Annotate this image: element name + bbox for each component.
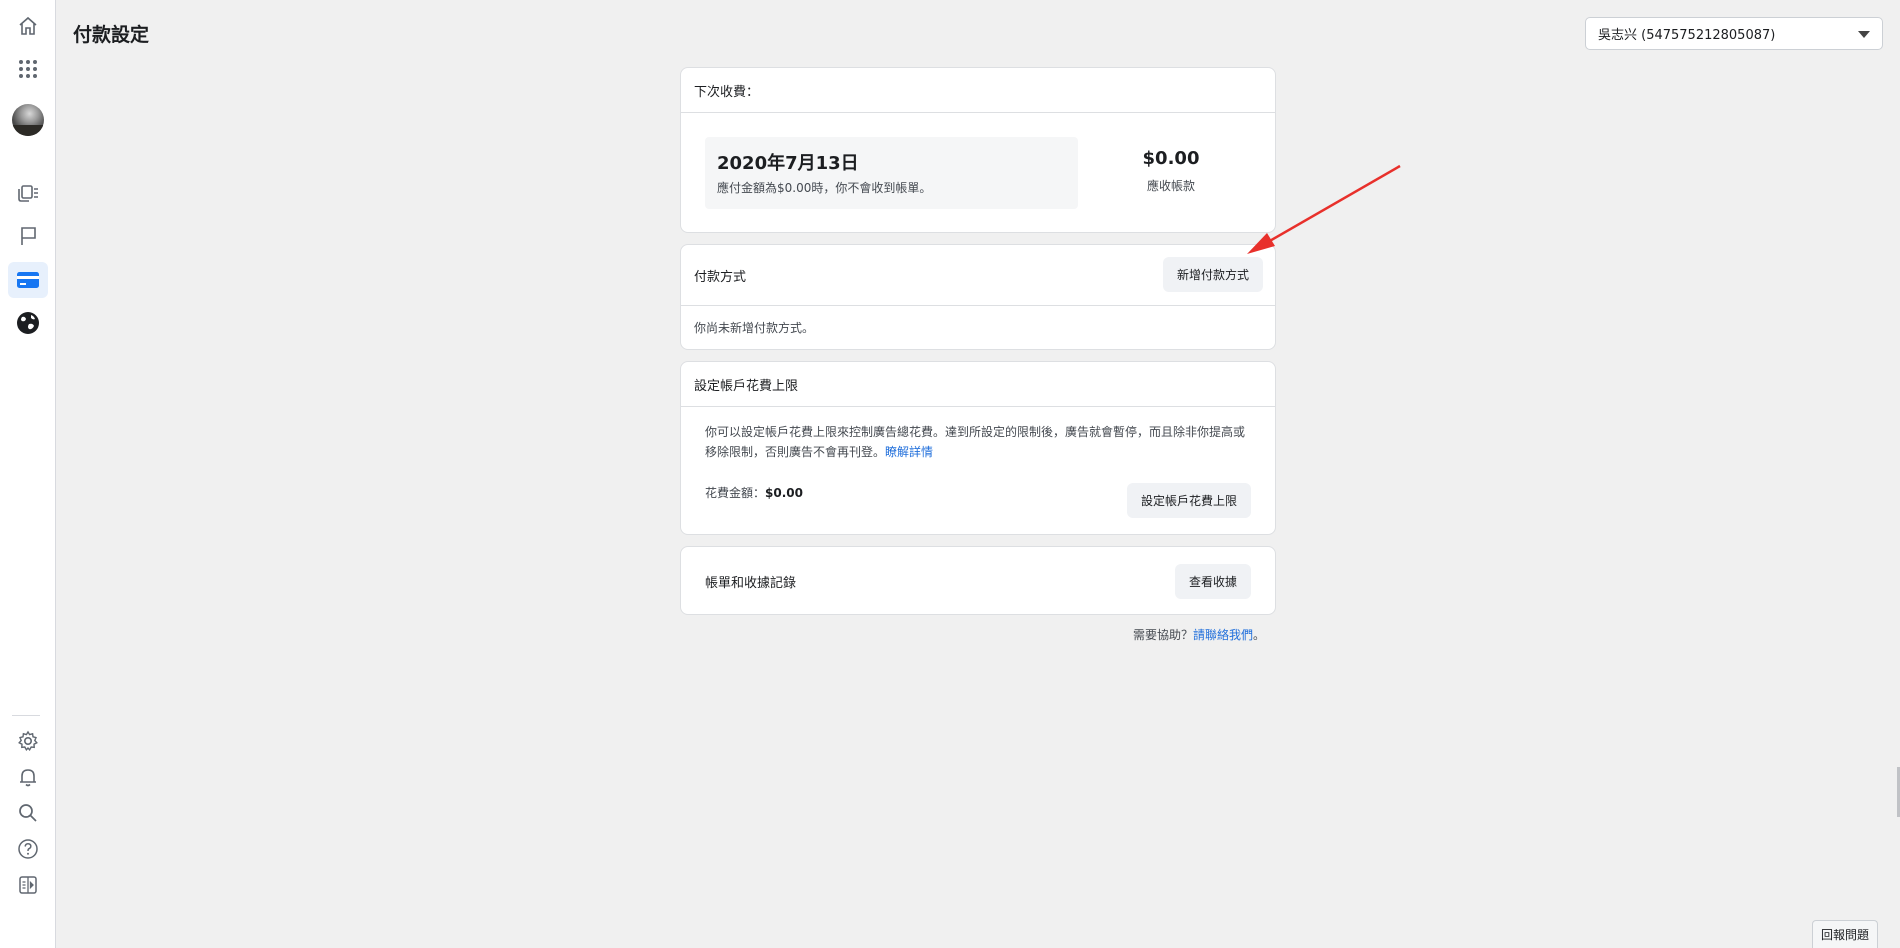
next-charge-date: 2020年7月13日: [717, 153, 859, 174]
help-suffix: 。: [1253, 628, 1266, 642]
next-charge-card: 下次收費： 2020年7月13日 應付金額為$0.00時，你不會收到帳單。 $0…: [680, 67, 1276, 233]
chevron-down-icon: [1858, 31, 1870, 38]
sidebar-divider: [12, 715, 40, 716]
ads-stack-icon[interactable]: [8, 174, 48, 210]
spending-limit-heading: 設定帳戶花費上限: [681, 362, 1275, 407]
bell-icon[interactable]: [8, 759, 48, 795]
report-problem-button[interactable]: 回報問題: [1812, 920, 1879, 948]
globe-icon[interactable]: [8, 305, 48, 341]
contact-us-link[interactable]: 請聯絡我們: [1193, 628, 1253, 642]
spending-amount-label: 花費金額：: [705, 486, 766, 500]
billing-history-card: 帳單和收據記錄 查看收據: [680, 546, 1276, 615]
add-payment-method-button[interactable]: 新增付款方式: [1162, 257, 1263, 292]
spending-limit-description: 你可以設定帳戶花費上限來控制廣告總花費。達到所設定的限制後，廣告就會暫停，而且除…: [705, 422, 1250, 462]
account-selector-label: 吳志兴 (547575212805087): [1598, 28, 1776, 43]
annotation-arrow: [1247, 164, 1401, 254]
left-sidebar: [0, 0, 56, 948]
billing-history-title: 帳單和收據記錄: [705, 576, 797, 591]
help-icon[interactable]: [8, 831, 48, 867]
page-title: 付款設定: [73, 24, 150, 46]
next-charge-heading: 下次收費：: [681, 68, 1275, 113]
credit-card-icon[interactable]: [8, 262, 48, 298]
panel-toggle-icon[interactable]: [8, 867, 48, 903]
spending-amount-value: $0.00: [765, 486, 803, 500]
spending-limit-description-text: 你可以設定帳戶花費上限來控制廣告總花費。達到所設定的限制後，廣告就會暫停，而且除…: [705, 425, 1246, 459]
help-line: 需要協助？請聯絡我們。: [1133, 626, 1265, 643]
set-spending-limit-button[interactable]: 設定帳戶花費上限: [1126, 483, 1251, 518]
view-receipts-button[interactable]: 查看收據: [1174, 564, 1251, 599]
payment-method-empty-text: 你尚未新增付款方式。: [694, 321, 815, 335]
payment-method-card: 付款方式 新增付款方式 你尚未新增付款方式。: [680, 244, 1276, 350]
flag-icon[interactable]: [8, 218, 48, 254]
spending-amount: 花費金額：$0.00: [705, 484, 803, 501]
home-icon[interactable]: [8, 8, 48, 44]
user-avatar[interactable]: [12, 104, 44, 136]
next-charge-date-box: 2020年7月13日 應付金額為$0.00時，你不會收到帳單。: [705, 137, 1078, 209]
help-prefix: 需要協助？: [1133, 628, 1194, 642]
account-selector[interactable]: 吳志兴 (547575212805087): [1585, 17, 1883, 50]
next-charge-amount: $0.00: [1142, 148, 1200, 169]
gear-icon[interactable]: [8, 723, 48, 759]
search-icon[interactable]: [8, 795, 48, 831]
apps-grid-icon[interactable]: [8, 51, 48, 87]
spending-limit-card: 設定帳戶花費上限 你可以設定帳戶花費上限來控制廣告總花費。達到所設定的限制後，廣…: [680, 361, 1276, 535]
learn-more-link[interactable]: 瞭解詳情: [885, 445, 933, 459]
next-charge-note: 應付金額為$0.00時，你不會收到帳單。: [717, 181, 932, 195]
next-charge-amount-label: 應收帳款: [1146, 179, 1195, 193]
